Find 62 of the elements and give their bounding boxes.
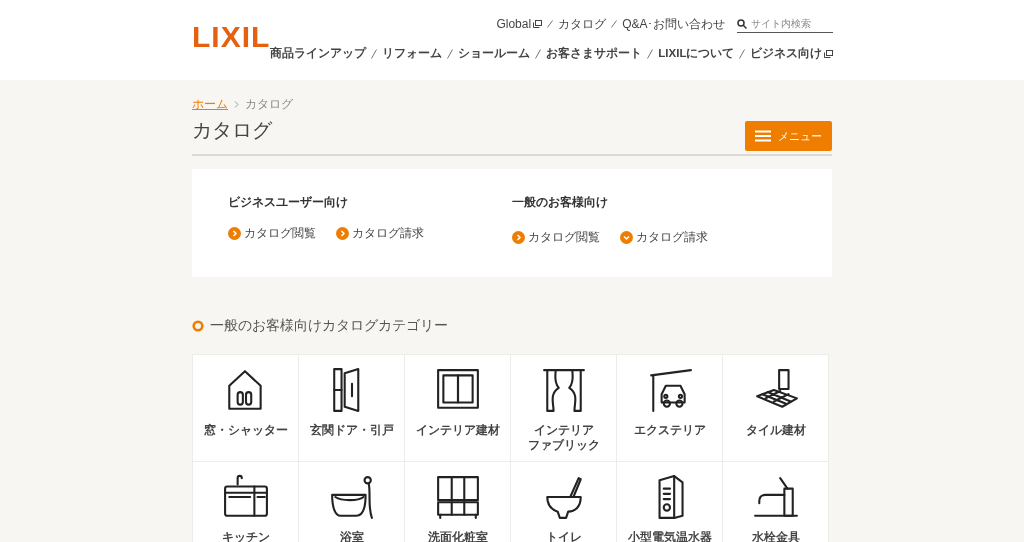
category-tile[interactable]: 窓・シャッター <box>193 355 298 461</box>
catalog-link[interactable]: カタログ請求 <box>620 229 708 247</box>
category-label: ファブリック <box>527 438 600 453</box>
slash-separator-icon <box>447 48 454 59</box>
category-tile[interactable]: 玄関ドア・引戸 <box>299 355 404 461</box>
vanity-cabinet-icon <box>434 474 481 520</box>
slash-separator-icon <box>647 48 654 59</box>
audience-title: 一般のお客様向け <box>512 194 609 211</box>
category-tile[interactable]: 小型電気温水器 <box>617 462 722 542</box>
section-title: 一般のお客様向けカタログカテゴリー <box>210 316 448 335</box>
category-label: インテリア建材 <box>415 423 500 438</box>
category-label: エクステリア <box>633 423 706 438</box>
catalog-link[interactable]: カタログ閲覧 <box>512 229 600 247</box>
curtain-icon <box>540 367 587 413</box>
category-label: 浴室 <box>339 530 364 542</box>
search-icon <box>737 18 748 29</box>
slash-separator-icon <box>611 20 618 28</box>
category-label: インテリア <box>533 423 594 438</box>
kitchen-counter-icon <box>222 474 269 520</box>
category-tile[interactable]: 洗面化粧室 <box>405 462 510 542</box>
chevron-down-circle-icon <box>620 231 633 245</box>
nav-link[interactable]: 商品ラインアップ <box>270 45 367 63</box>
slash-separator-icon <box>547 20 554 28</box>
category-label: 洗面化粧室 <box>427 530 488 542</box>
chevron-right-icon <box>234 100 239 108</box>
category-tile[interactable]: インテリア ファブリック <box>511 355 616 461</box>
catalog-link[interactable]: カタログ閲覧 <box>228 225 316 243</box>
category-label: トイレ <box>545 530 582 542</box>
category-tile[interactable]: タイル建材 <box>723 355 828 461</box>
nav-link[interactable]: ビジネス向け <box>750 45 834 63</box>
search-field[interactable]: サイト内検索 <box>737 15 834 33</box>
category-label: 玄関ドア・引戸 <box>309 423 394 438</box>
utility-link[interactable]: Q&A･お問い合わせ <box>622 15 726 33</box>
category-tile[interactable]: キッチン <box>193 462 298 542</box>
nav-link[interactable]: ショールーム <box>458 45 531 63</box>
category-label: 小型電気温水器 <box>627 530 712 542</box>
utility-link[interactable]: Global <box>496 15 543 33</box>
page-title: カタログ <box>192 118 272 143</box>
category-tile[interactable]: エクステリア <box>617 355 722 461</box>
nav-link[interactable]: リフォーム <box>382 45 443 63</box>
breadcrumb-current: カタログ <box>245 96 293 113</box>
chevron-right-circle-icon <box>336 227 349 241</box>
bathtub-icon <box>328 474 375 520</box>
audience-title: ビジネスユーザー向け <box>228 194 349 211</box>
nav-link[interactable]: お客さまサポート <box>546 45 643 63</box>
ring-bullet-icon <box>192 319 204 332</box>
chevron-right-circle-icon <box>512 231 525 245</box>
category-label: タイル建材 <box>745 423 806 438</box>
category-tile[interactable]: 浴室 <box>299 462 404 542</box>
slash-separator-icon <box>371 48 378 59</box>
menu-icon <box>755 130 771 142</box>
nav-link[interactable]: LIXILについて <box>658 45 735 63</box>
category-tile[interactable]: トイレ <box>511 462 616 542</box>
chevron-right-circle-icon <box>228 227 241 241</box>
slash-separator-icon <box>739 48 746 59</box>
category-label: 窓・シャッター <box>203 423 288 438</box>
category-tile[interactable]: インテリア建材 <box>405 355 510 461</box>
utility-link[interactable]: カタログ <box>558 15 607 33</box>
slash-separator-icon <box>535 48 542 59</box>
category-label: キッチン <box>221 530 270 542</box>
catalog-link[interactable]: カタログ請求 <box>336 225 424 243</box>
faucet-icon <box>752 474 799 520</box>
